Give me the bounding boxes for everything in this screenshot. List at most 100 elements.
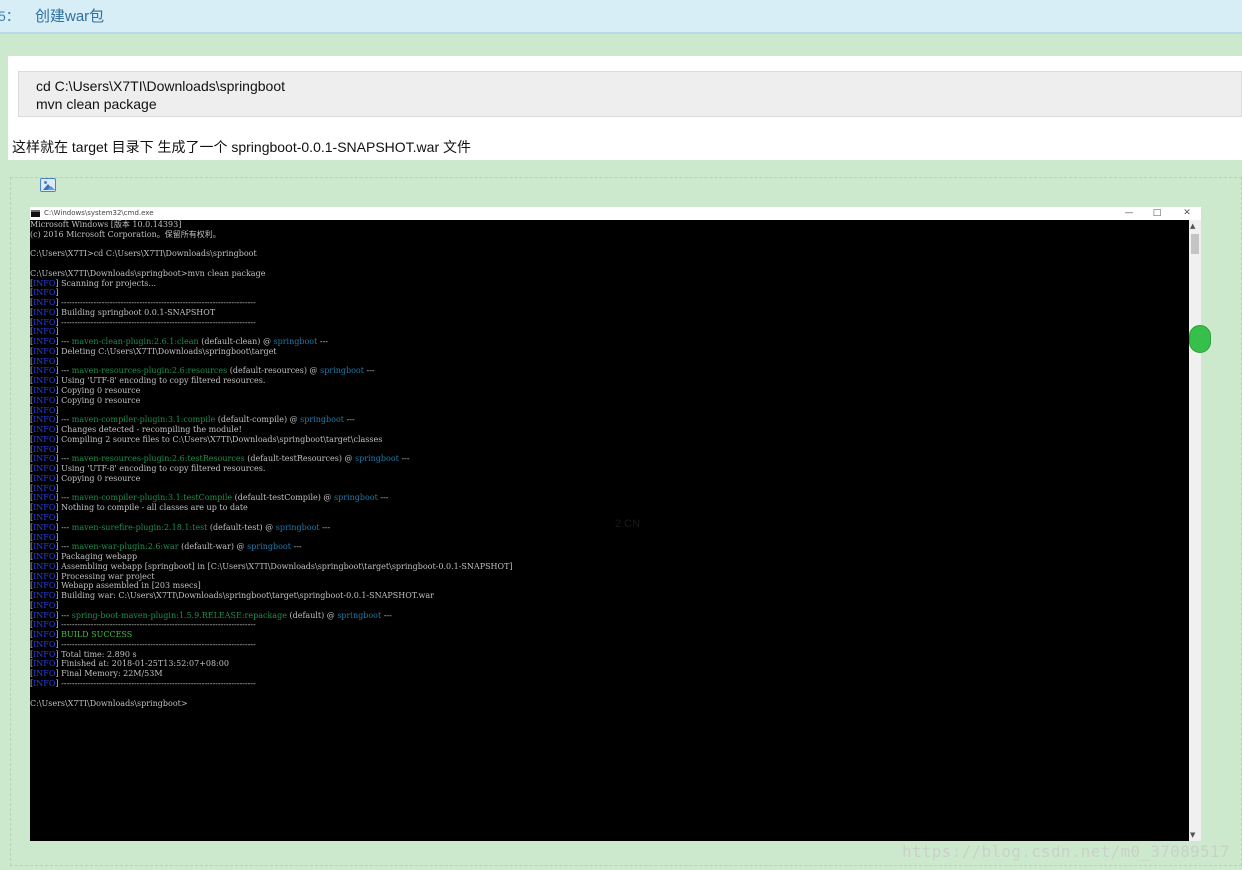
step-header: 5： 创建war包 xyxy=(0,0,1242,34)
terminal-line: [INFO] ---------------------------------… xyxy=(30,620,1189,630)
minimize-button[interactable]: — xyxy=(1115,207,1143,220)
info-tag: INFO xyxy=(33,464,56,474)
code-line: mvn clean package xyxy=(36,96,157,112)
maximize-button[interactable]: □ xyxy=(1143,207,1171,220)
info-tag: INFO xyxy=(33,600,56,610)
terminal-line: [INFO] xyxy=(30,601,1189,611)
terminal-scrollbar[interactable]: ▲ ▼ xyxy=(1189,220,1201,841)
terminal-line: [INFO] Webapp assembled in [203 msecs] xyxy=(30,581,1189,591)
terminal-text: (default-resources) @ xyxy=(227,366,321,376)
close-button[interactable]: ✕ xyxy=(1173,207,1201,220)
info-tag: INFO xyxy=(33,639,56,649)
terminal-text: Copying 0 resource xyxy=(58,473,141,483)
floating-badge[interactable] xyxy=(1189,325,1211,353)
info-tag: INFO xyxy=(33,415,56,425)
terminal-text: --- xyxy=(58,610,72,620)
terminal-line: [INFO] xyxy=(30,484,1189,494)
terminal-line: [INFO] xyxy=(30,357,1189,367)
info-tag: INFO xyxy=(33,610,56,620)
info-bracket: ] xyxy=(55,483,59,493)
info-tag: INFO xyxy=(33,659,56,669)
terminal-text: (default) @ xyxy=(286,610,338,620)
scroll-thumb[interactable] xyxy=(1191,234,1199,254)
terminal-line: [INFO] Building war: C:\Users\X7TI\Downl… xyxy=(30,591,1189,601)
info-bracket: ] xyxy=(55,512,59,522)
terminal-text: (default-test) @ xyxy=(207,522,276,532)
info-tag: INFO xyxy=(33,532,56,542)
info-tag: INFO xyxy=(33,278,56,288)
terminal-proj-text: springboot xyxy=(300,415,345,425)
terminal-line: C:\Users\X7TI\Downloads\springboot> xyxy=(30,699,1189,709)
terminal-text: Finished at: 2018-01-25T13:52:07+08:00 xyxy=(58,659,229,669)
info-tag: INFO xyxy=(33,473,56,483)
info-tag: INFO xyxy=(33,581,56,591)
terminal-proj-text: springboot xyxy=(247,542,291,552)
terminal-text: --- xyxy=(317,337,328,347)
terminal-line: [INFO] Compiling 2 source files to C:\Us… xyxy=(30,435,1189,445)
terminal-text: ----------------------------------------… xyxy=(58,678,256,688)
terminal-plugin-text: maven-war-plugin:2.6:war xyxy=(71,542,179,552)
info-tag: INFO xyxy=(33,503,56,513)
info-tag: INFO xyxy=(33,571,56,581)
terminal-text: --- xyxy=(58,454,72,464)
image-icon-mountain-small xyxy=(47,186,55,190)
terminal-line: [INFO] Packaging webapp xyxy=(30,552,1189,562)
terminal-line: C:\Users\X7TI>cd C:\Users\X7TI\Downloads… xyxy=(30,249,1189,259)
info-tag: INFO xyxy=(33,327,56,337)
terminal-success-text: BUILD SUCCESS xyxy=(61,630,133,640)
terminal-line: [INFO] Using 'UTF-8' encoding to copy fi… xyxy=(30,376,1189,386)
step-number: 5： xyxy=(0,8,20,24)
step-title: 创建war包 xyxy=(35,8,105,25)
terminal-text: Final Memory: 22M/53M xyxy=(58,669,163,679)
terminal-text: (default-compile) @ xyxy=(215,415,301,425)
watermark: https://blog.csdn.net/m0_37089517 xyxy=(902,842,1230,861)
description-text: 这样就在 target 目录下 生成了一个 springboot-0.0.1-S… xyxy=(12,139,471,155)
terminal-line: [INFO] Deleting C:\Users\X7TI\Downloads\… xyxy=(30,347,1189,357)
terminal-line: C:\Users\X7TI\Downloads\springboot>mvn c… xyxy=(30,269,1189,279)
terminal-line: [INFO] Copying 0 resource xyxy=(30,474,1189,484)
terminal-proj-text: springboot xyxy=(273,337,318,347)
info-tag: INFO xyxy=(33,542,56,552)
info-tag: INFO xyxy=(33,366,56,376)
scroll-up-icon[interactable]: ▲ xyxy=(1190,222,1195,230)
info-tag: INFO xyxy=(33,395,56,405)
terminal-line: (c) 2016 Microsoft Corporation。保留所有权利。 xyxy=(30,230,1189,240)
info-tag: INFO xyxy=(33,288,56,298)
info-tag: INFO xyxy=(33,649,56,659)
terminal-text: --- xyxy=(344,415,355,425)
info-tag: INFO xyxy=(33,630,56,640)
terminal-line: [INFO] Using 'UTF-8' encoding to copy fi… xyxy=(30,464,1189,474)
terminal-text: Deleting C:\Users\X7TI\Downloads\springb… xyxy=(58,346,277,356)
image-icon[interactable] xyxy=(40,178,56,192)
info-bracket: ] xyxy=(55,600,59,610)
terminal-text: --- xyxy=(58,366,72,376)
terminal-text: Nothing to compile - all classes are up … xyxy=(58,503,248,513)
terminal-text: Building war: C:\Users\X7TI\Downloads\sp… xyxy=(58,591,434,601)
terminal-text: C:\Users\X7TI>cd C:\Users\X7TI\Downloads… xyxy=(30,249,257,259)
info-tag: INFO xyxy=(33,317,56,327)
terminal-text: Processing war project xyxy=(58,571,155,581)
info-bracket: ] xyxy=(55,444,59,454)
terminal-line: [INFO] Copying 0 resource xyxy=(30,396,1189,406)
terminal-plugin-text: maven-surefire-plugin:2.18.1:test xyxy=(71,522,208,532)
info-bracket: ] xyxy=(55,327,59,337)
terminal-line: [INFO] Scanning for projects... xyxy=(30,279,1189,289)
terminal-line: [INFO] ---------------------------------… xyxy=(30,298,1189,308)
info-tag: INFO xyxy=(33,591,56,601)
terminal-proj-text: springboot xyxy=(337,610,382,620)
info-tag: INFO xyxy=(33,454,56,464)
scroll-down-icon[interactable]: ▼ xyxy=(1190,831,1195,839)
terminal-line: [INFO] --- maven-clean-plugin:2.6.1:clea… xyxy=(30,337,1189,347)
terminal-line: [INFO] Copying 0 resource xyxy=(30,386,1189,396)
terminal-line: [INFO] --- maven-resources-plugin:2.6:te… xyxy=(30,454,1189,464)
info-tag: INFO xyxy=(33,512,56,522)
info-tag: INFO xyxy=(33,425,56,435)
info-bracket: ] xyxy=(55,288,59,298)
terminal-line: [INFO] Assembling webapp [springboot] in… xyxy=(30,562,1189,572)
terminal-text: (default-clean) @ xyxy=(198,337,274,347)
terminal-text: --- xyxy=(58,415,72,425)
terminal-text: --- xyxy=(377,493,389,503)
cmd-titlebar: C:\Windows\system32\cmd.exe — □ ✕ xyxy=(30,207,1201,220)
